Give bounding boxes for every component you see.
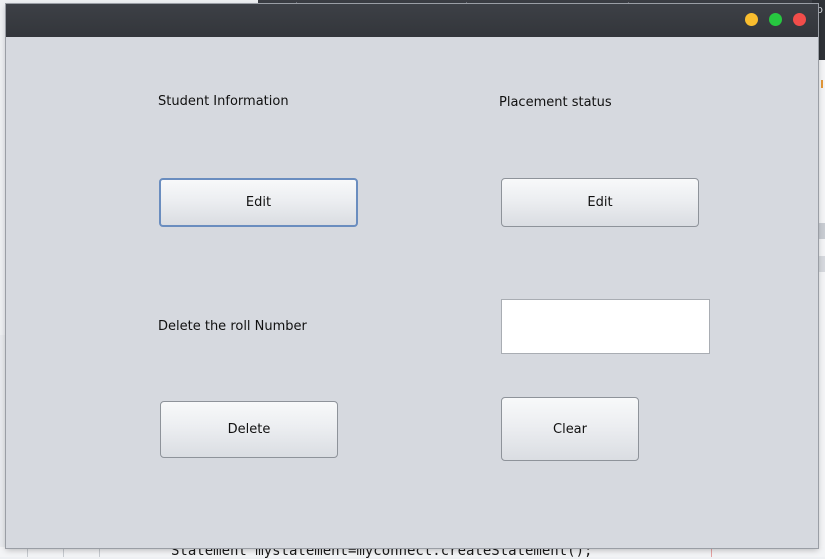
maximize-button[interactable] xyxy=(769,13,782,26)
clear-button[interactable]: Clear xyxy=(501,397,639,461)
placement-edit-button[interactable]: Edit xyxy=(501,178,699,227)
student-info-edit-button[interactable]: Edit xyxy=(159,178,358,227)
background-selection xyxy=(818,223,825,239)
delete-button-label: Delete xyxy=(227,422,271,437)
delete-roll-number-label: Delete the roll Number xyxy=(158,319,307,334)
close-button[interactable] xyxy=(793,13,806,26)
app-window: Student Information Edit Placement statu… xyxy=(6,4,818,548)
background-selection xyxy=(818,256,825,272)
minimize-button[interactable] xyxy=(745,13,758,26)
roll-number-input[interactable] xyxy=(501,299,710,354)
background-margin-line xyxy=(711,547,712,557)
student-information-label: Student Information xyxy=(158,94,289,109)
placement-status-label: Placement status xyxy=(499,95,612,110)
student-info-edit-button-label: Edit xyxy=(245,195,272,210)
clear-button-label: Clear xyxy=(553,421,587,437)
background-change-marker xyxy=(821,80,823,88)
window-titlebar[interactable] xyxy=(6,4,818,37)
placement-edit-button-label: Edit xyxy=(587,195,613,210)
delete-button[interactable]: Delete xyxy=(160,401,338,458)
